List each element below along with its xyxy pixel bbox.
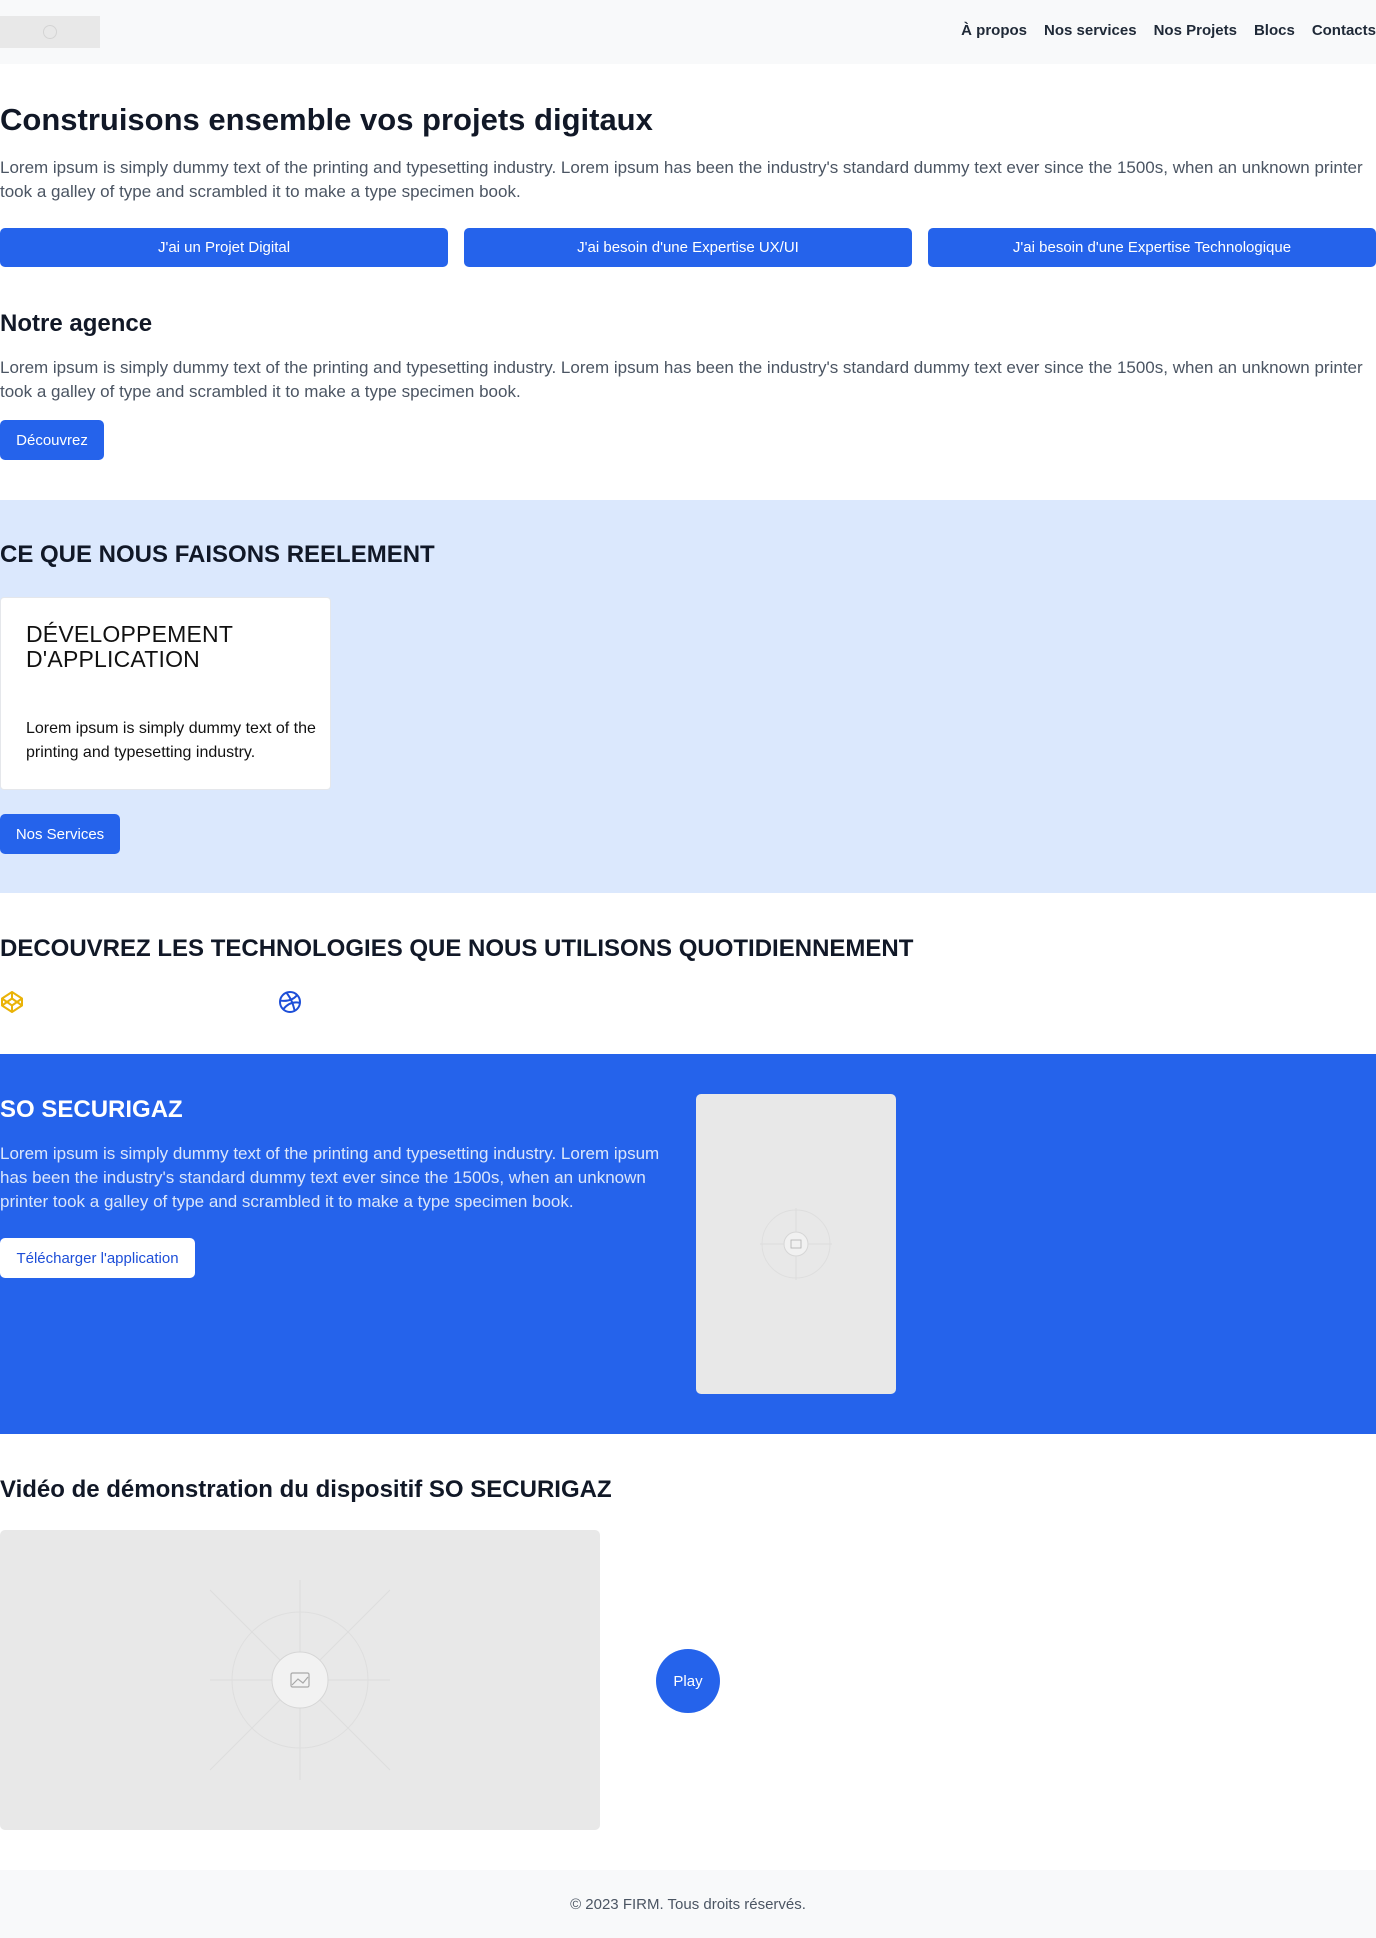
tech-title: DECOUVREZ LES TECHNOLOGIES QUE NOUS UTIL…: [0, 935, 914, 962]
main-nav: À propos Nos services Nos Projets Blocs …: [961, 22, 1376, 39]
nav-projects[interactable]: Nos Projets: [1154, 22, 1237, 39]
nav-blocs[interactable]: Blocs: [1254, 22, 1295, 39]
logo-icon: [43, 25, 57, 39]
product-title: SO SECURIGAZ: [0, 1096, 183, 1123]
hero-buttons: J'ai un Projet Digital J'ai besoin d'une…: [0, 228, 1376, 267]
video-title: Vidéo de démonstration du dispositif SO …: [0, 1476, 612, 1503]
codepen-icon[interactable]: [0, 990, 24, 1014]
nav-services[interactable]: Nos services: [1044, 22, 1137, 39]
product-text: Lorem ipsum is simply dummy text of the …: [0, 1144, 660, 1211]
site-footer: © 2023 FIRM. Tous droits réservés.: [0, 1870, 1376, 1938]
download-app-button[interactable]: Télécharger l'application: [0, 1238, 195, 1278]
hero-text: Lorem ipsum is simply dummy text of the …: [0, 158, 1363, 201]
services-title: CE QUE NOUS FAISONS REELEMENT: [0, 541, 435, 568]
video-placeholder-image[interactable]: [0, 1530, 600, 1830]
services-button[interactable]: Nos Services: [0, 814, 120, 854]
product-image: [696, 1094, 896, 1394]
agency-text: Lorem ipsum is simply dummy text of the …: [0, 358, 1363, 401]
nav-about[interactable]: À propos: [961, 22, 1027, 39]
tech-expertise-button[interactable]: J'ai besoin d'une Expertise Technologiqu…: [928, 228, 1376, 267]
ux-ui-expertise-button[interactable]: J'ai besoin d'une Expertise UX/UI: [464, 228, 912, 267]
agency-title: Notre agence: [0, 310, 153, 337]
dribbble-icon[interactable]: [278, 990, 302, 1014]
service-card[interactable]: DÉVELOPPEMENT D'APPLICATION Lorem ipsum …: [0, 597, 331, 790]
logo[interactable]: [0, 16, 100, 48]
hero-title: Construisons ensemble vos projets digita…: [0, 102, 653, 137]
discover-button[interactable]: Découvrez: [0, 420, 104, 460]
service-card-title: DÉVELOPPEMENT D'APPLICATION: [26, 621, 233, 672]
service-card-text: Lorem ipsum is simply dummy text of the …: [26, 720, 316, 761]
digital-project-button[interactable]: J'ai un Projet Digital: [0, 228, 448, 267]
copyright-text: © 2023 FIRM. Tous droits réservés.: [570, 1895, 806, 1913]
site-header: À propos Nos services Nos Projets Blocs …: [0, 0, 1376, 64]
product-section: [0, 1054, 1376, 1434]
play-button[interactable]: Play: [656, 1649, 720, 1713]
nav-contacts[interactable]: Contacts: [1312, 22, 1376, 39]
